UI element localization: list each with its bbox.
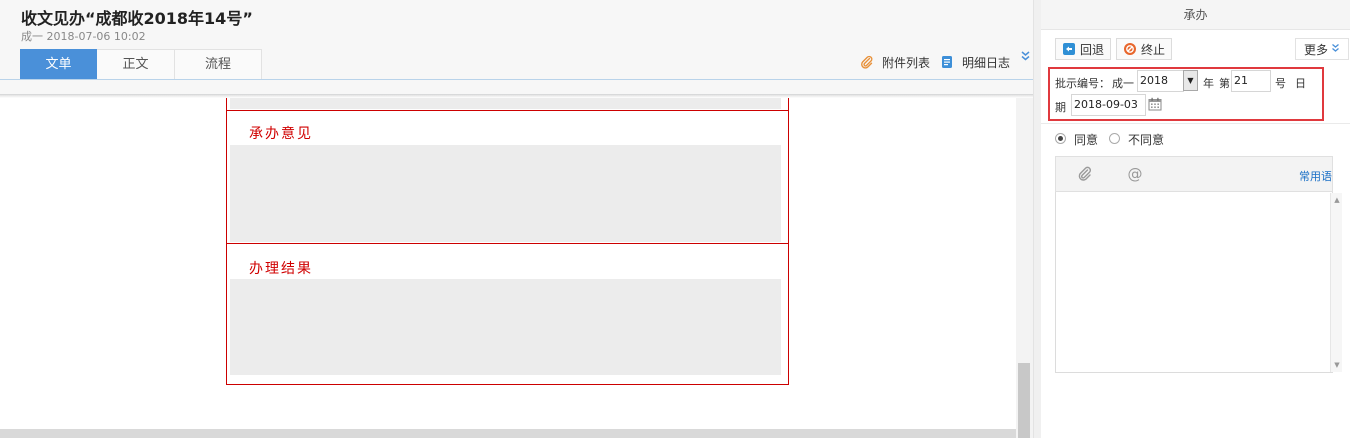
stop-icon [1123,42,1137,56]
vertical-scrollbar[interactable] [1016,98,1033,438]
handling-panel: 承办 回退 终止 更多 批示编号： 成一 2018 ▼ 年 第 21 号 日 期… [1041,0,1350,438]
tab-body-text[interactable]: 正文 [97,49,175,79]
attachment-list-button[interactable]: 附件列表 [860,52,930,72]
at-icon[interactable]: @ [1127,166,1143,182]
year-unit-label: 年 [1203,77,1214,90]
panel-splitter[interactable] [1033,0,1041,438]
ordinal-prefix-label: 第 [1219,77,1230,90]
opinion-toolbar: @ 常用语 [1055,156,1333,192]
detail-log-label: 明细日志 [962,55,1011,70]
date-label-day: 日 [1295,77,1306,90]
terminate-label: 终止 [1141,42,1166,57]
form-table: 承办意见 办理结果 [226,98,789,385]
calendar-icon[interactable] [1148,97,1162,111]
app-window: 收文见办“成都收2018年14号” 成一 2018-07-06 10:02 文单… [0,0,1350,438]
tab-bar: 文单 正文 流程 [20,49,262,79]
handling-opinion-field[interactable] [230,145,781,242]
agree-label[interactable]: 同意 [1074,131,1098,148]
paperclip-icon[interactable] [1077,166,1093,182]
panel-divider [1041,123,1350,124]
year-select[interactable]: 2018 [1137,70,1184,92]
more-button[interactable]: 更多 [1295,38,1349,60]
detail-log-button[interactable]: 明细日志 [940,52,1010,72]
number-unit-label: 号 [1275,77,1286,90]
form-previous-section [227,98,788,111]
scroll-up-icon[interactable]: ▲ [1333,196,1341,204]
scrollbar-thumb[interactable] [1018,363,1030,438]
form-viewport: 承办意见 办理结果 [0,98,1033,438]
horizontal-scrollbar[interactable] [0,429,1016,438]
date-label-period: 期 [1055,101,1066,114]
opinion-scrollbar[interactable]: ▲ ▼ [1330,193,1342,372]
section-label-handling-result: 办理结果 [249,261,313,277]
return-icon [1062,42,1076,56]
chevron-double-down-icon [1331,43,1340,56]
terminate-button[interactable]: 终止 [1116,38,1173,60]
number-input[interactable]: 21 [1231,70,1271,92]
agree-radio[interactable] [1055,133,1066,144]
tab-form[interactable]: 文单 [20,49,97,79]
scroll-down-icon[interactable]: ▼ [1333,361,1341,369]
panel-title: 承办 [1041,0,1350,30]
paperclip-icon [860,55,874,69]
return-button[interactable]: 回退 [1055,38,1112,60]
chevron-double-down-icon[interactable] [1019,50,1031,64]
approval-number-label: 批示编号： [1055,77,1110,90]
disagree-radio[interactable] [1109,133,1120,144]
approval-prefix: 成一 [1112,77,1134,90]
return-label: 回退 [1080,42,1105,57]
opinion-textarea[interactable] [1055,192,1333,373]
document-meta: 成一 2018-07-06 10:02 [21,30,146,43]
log-icon [940,55,954,69]
disagree-label[interactable]: 不同意 [1128,131,1164,148]
tab-workflow[interactable]: 流程 [175,49,262,79]
more-label: 更多 [1303,42,1328,57]
handling-result-field[interactable] [230,279,781,375]
header-divider [0,79,1033,80]
page-title: 收文见办“成都收2018年14号” [21,9,253,28]
section-divider [227,243,788,244]
common-phrases-link[interactable]: 常用语 [1299,168,1332,184]
section-label-handling-opinion: 承办意见 [249,126,313,142]
date-input[interactable]: 2018-09-03 [1071,94,1146,116]
document-header: 收文见办“成都收2018年14号” 成一 2018-07-06 10:02 文单… [0,0,1033,95]
attachment-list-label: 附件列表 [882,55,931,70]
chevron-down-icon[interactable]: ▼ [1183,70,1198,91]
